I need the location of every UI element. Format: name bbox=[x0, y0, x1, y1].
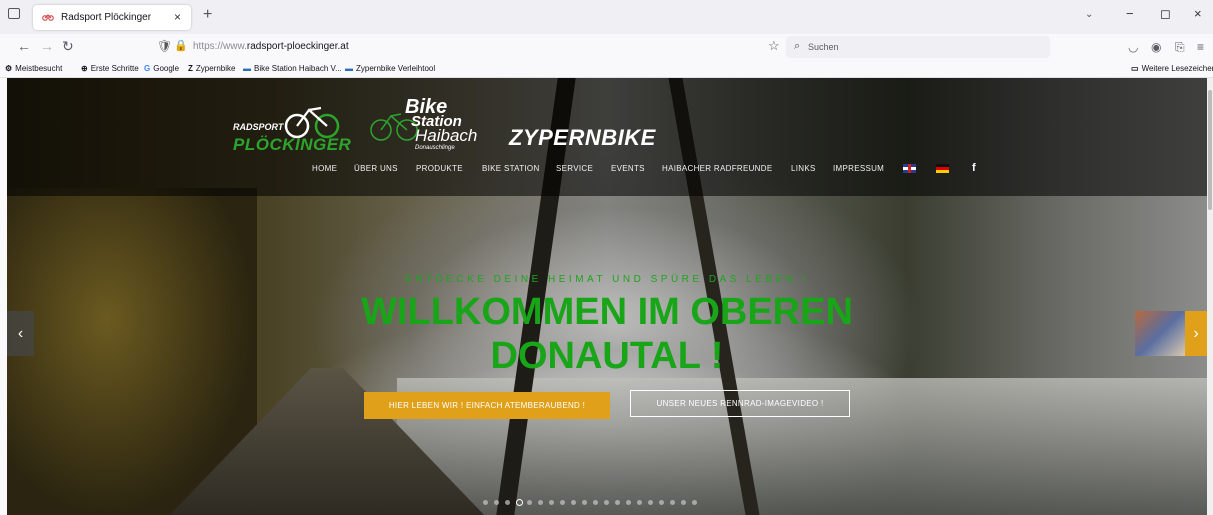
tab-list-icon[interactable] bbox=[8, 8, 20, 19]
bookmark-meistbesucht[interactable]: ⚙ Meistbesucht bbox=[5, 64, 62, 73]
slider-dot[interactable] bbox=[626, 500, 631, 505]
slider-prev-button[interactable]: ‹ bbox=[7, 311, 34, 356]
menu-icon[interactable]: ≡ bbox=[1197, 40, 1204, 54]
next-slide-thumbnail[interactable] bbox=[1135, 311, 1185, 356]
slider-dot[interactable] bbox=[593, 500, 598, 505]
bookmark-zypernbike[interactable]: Z Zypernbike bbox=[188, 64, 235, 73]
back-button[interactable]: ← bbox=[17, 38, 31, 54]
bicycle-logo-icon bbox=[284, 106, 340, 139]
radsport-logo-name: PLÖCKINGER bbox=[233, 135, 352, 154]
new-tab-button[interactable]: + bbox=[203, 6, 212, 24]
tab-close-icon[interactable]: × bbox=[174, 10, 181, 24]
search-placeholder: Suchen bbox=[808, 42, 839, 52]
slider-dot[interactable] bbox=[527, 500, 532, 505]
url-text[interactable]: https://www.radsport-ploeckinger.at bbox=[193, 41, 349, 52]
zypernbike-icon: Z bbox=[188, 64, 193, 73]
account-icon[interactable]: ◉ bbox=[1151, 40, 1161, 54]
slider-dot[interactable] bbox=[637, 500, 642, 505]
slider-dot[interactable] bbox=[582, 500, 587, 505]
list-all-tabs-icon[interactable]: ⌄ bbox=[1085, 9, 1093, 20]
hero-headline-line2: DONAUTAL ! bbox=[490, 335, 724, 377]
maximize-button[interactable]: ◻ bbox=[1160, 6, 1171, 22]
nav-produkte[interactable]: PRODUKTE bbox=[416, 164, 463, 173]
other-bookmarks[interactable]: ▭ Weitere Lesezeichen bbox=[1131, 64, 1213, 73]
gear-icon: ⚙ bbox=[5, 64, 13, 73]
facebook-icon[interactable]: f bbox=[972, 162, 976, 174]
nav-service[interactable]: SERVICE bbox=[556, 164, 593, 173]
close-window-button[interactable]: × bbox=[1194, 6, 1202, 21]
slider-dot[interactable] bbox=[659, 500, 664, 505]
slider-dot[interactable] bbox=[692, 500, 697, 505]
tab-active[interactable]: Radsport Plöckinger × bbox=[33, 5, 191, 30]
slider-dot[interactable] bbox=[670, 500, 675, 505]
search-icon: ⌕ bbox=[794, 40, 801, 52]
hero-primary-button[interactable]: HIER LEBEN WIR ! EINFACH ATEMBERAUBEND ! bbox=[364, 392, 610, 419]
tracking-shield-icon[interactable]: 🛡 bbox=[157, 39, 172, 53]
bookmark-verleihtool[interactable]: ▬ Zypernbike Verleihtool bbox=[345, 64, 435, 73]
slider-next-button[interactable]: › bbox=[1185, 311, 1207, 356]
slider-dot[interactable] bbox=[483, 500, 488, 505]
radsport-logo-top: RADSPORT bbox=[233, 122, 284, 132]
tab-title: Radsport Plöckinger bbox=[61, 12, 152, 23]
slider-dot[interactable] bbox=[505, 500, 510, 505]
slider-dot[interactable] bbox=[538, 500, 543, 505]
hero-video-button[interactable]: UNSER NEUES RENNRAD-IMAGEVIDEO ! bbox=[630, 390, 850, 417]
nav-links[interactable]: LINKS bbox=[791, 164, 816, 173]
reload-button[interactable]: ↻ bbox=[62, 38, 74, 55]
nav-ueber-uns[interactable]: ÜBER UNS bbox=[354, 164, 398, 173]
search-input[interactable]: ⌕ Suchen bbox=[786, 36, 1050, 58]
extensions-icon[interactable]: ⎘ bbox=[1175, 40, 1185, 55]
forward-button[interactable]: → bbox=[40, 38, 54, 54]
bike-station-logo-line4: Donauschlinge bbox=[415, 145, 455, 151]
bike-station-haibach-logo[interactable]: Bike Station Haibach Donauschlinge bbox=[369, 96, 499, 156]
english-flag-icon[interactable] bbox=[903, 164, 916, 173]
bookmarks-bar: ⚙ Meistbesucht ⊕ Erste Schritte G Google ZZ… bbox=[0, 60, 1213, 78]
scrollbar-thumb[interactable] bbox=[1208, 90, 1212, 210]
bike-station-icon: ▬ bbox=[243, 64, 251, 73]
slider-dot[interactable] bbox=[516, 499, 523, 506]
globe-icon: ⊕ bbox=[81, 64, 88, 73]
slider-dot[interactable] bbox=[549, 500, 554, 505]
google-icon: G bbox=[144, 64, 151, 73]
bookmark-google[interactable]: G Google bbox=[144, 64, 179, 73]
nav-haibacher-radfreunde[interactable]: HAIBACHER RADFREUNDE bbox=[662, 164, 772, 173]
minimize-button[interactable]: − bbox=[1126, 6, 1134, 21]
nav-impressum[interactable]: IMPRESSUM bbox=[833, 164, 884, 173]
slider-dot[interactable] bbox=[615, 500, 620, 505]
bike-favicon-icon bbox=[42, 14, 54, 21]
slider-dot[interactable] bbox=[494, 500, 499, 505]
slider-dot[interactable] bbox=[681, 500, 686, 505]
tab-bar: Radsport Plöckinger × + ⌄ − ◻ × bbox=[0, 0, 1213, 34]
pocket-icon[interactable]: ◡ bbox=[1128, 40, 1138, 54]
slider-dot[interactable] bbox=[604, 500, 609, 505]
page-scrollbar[interactable] bbox=[1207, 78, 1213, 515]
bike-station-logo-line3: Haibach bbox=[415, 126, 478, 145]
german-flag-icon[interactable] bbox=[936, 164, 949, 173]
folder-icon: ▭ bbox=[1131, 64, 1139, 73]
hero-slider: RADSPORT PLÖCKINGER Bike Station Haibach… bbox=[7, 78, 1207, 515]
slider-dot[interactable] bbox=[571, 500, 576, 505]
bookmark-erste-schritte[interactable]: ⊕ Erste Schritte bbox=[81, 64, 139, 73]
bike-station-icon: ▬ bbox=[345, 64, 353, 73]
slider-dot[interactable] bbox=[648, 500, 653, 505]
bookmark-bike-station[interactable]: ▬ Bike Station Haibach V... bbox=[243, 64, 342, 73]
zypernbike-logo[interactable]: ZYPERNBIKE bbox=[509, 125, 656, 151]
nav-home[interactable]: HOME bbox=[312, 164, 337, 173]
nav-events[interactable]: EVENTS bbox=[611, 164, 645, 173]
lock-icon[interactable]: 🔒 bbox=[174, 39, 188, 52]
url-bar[interactable]: 🛡 🔒 https://www.radsport-ploeckinger.at bbox=[148, 36, 784, 58]
hero-eyebrow: ENTDECKE DEINE HEIMAT UND SPÜRE DAS LEBE… bbox=[404, 274, 810, 285]
hero-headline-line1: WILLKOMMEN IM OBEREN bbox=[361, 291, 853, 333]
navigation-bar: ← → ↻ 🛡 🔒 https://www.radsport-ploecking… bbox=[0, 34, 1213, 60]
nav-bike-station[interactable]: BIKE STATION bbox=[482, 164, 540, 173]
slider-dot[interactable] bbox=[560, 500, 565, 505]
radsport-ploeckinger-logo[interactable]: RADSPORT PLÖCKINGER bbox=[233, 100, 352, 155]
bookmark-star-icon[interactable]: ☆ bbox=[768, 38, 780, 54]
